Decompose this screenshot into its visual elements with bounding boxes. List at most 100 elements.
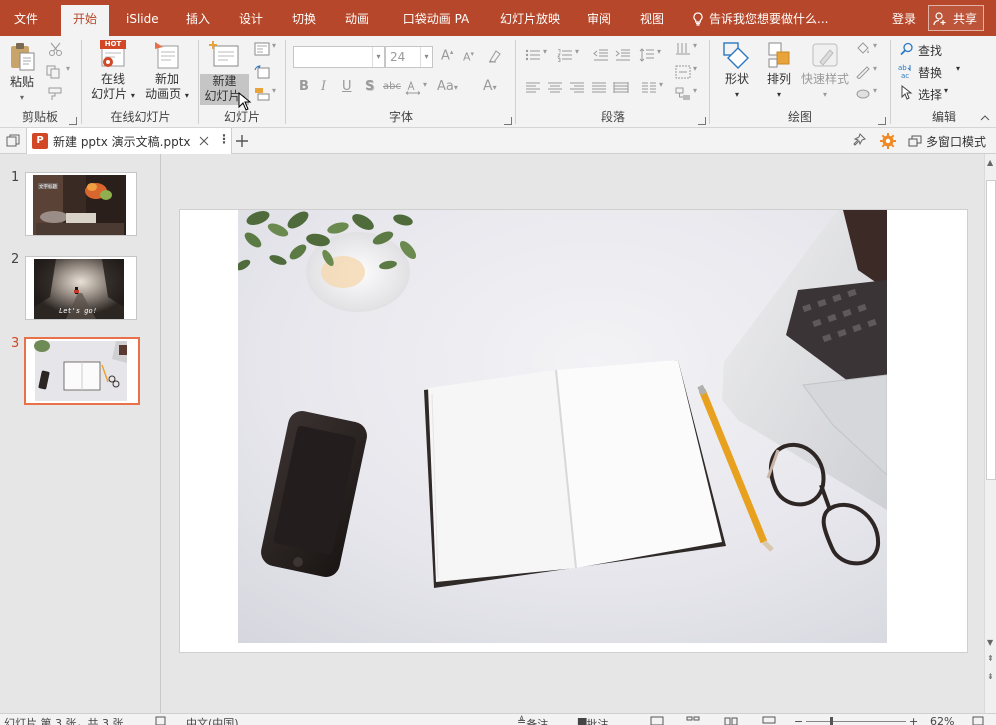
shape-fill-icon[interactable] <box>855 42 871 56</box>
close-tab-icon[interactable] <box>199 136 209 146</box>
copy-icon[interactable] <box>46 65 62 79</box>
align-text-dropdown-icon[interactable]: ▾ <box>693 64 697 73</box>
spellcheck-icon[interactable] <box>155 716 167 725</box>
clipboard-launcher-icon[interactable] <box>69 117 77 125</box>
font-name-combo[interactable]: ▾ <box>293 46 385 68</box>
drawing-launcher-icon[interactable] <box>878 117 886 125</box>
numbering-icon[interactable] <box>557 48 573 62</box>
tab-review[interactable]: 审阅 <box>579 0 619 36</box>
zoom-slider-thumb[interactable] <box>830 717 833 725</box>
slide-thumbnail-2[interactable]: Let's go! <box>25 256 137 320</box>
align-left-icon[interactable] <box>525 81 541 95</box>
format-painter-icon[interactable] <box>48 87 64 101</box>
tab-list-icon[interactable] <box>6 134 20 148</box>
font-size-dropdown-icon[interactable]: ▾ <box>420 47 432 67</box>
section-icon[interactable] <box>254 87 270 101</box>
new-animation-page-button[interactable]: 新加 动画页 ▾ <box>141 38 193 106</box>
columns-icon[interactable] <box>641 81 657 95</box>
font-color-button[interactable]: A▾ <box>483 78 497 94</box>
collapse-ribbon-icon[interactable] <box>980 114 990 122</box>
font-name-dropdown-icon[interactable]: ▾ <box>372 47 384 67</box>
slide-canvas[interactable] <box>179 209 968 653</box>
shapes-button[interactable]: 形状 ▾ <box>715 40 759 104</box>
slide-sorter-icon[interactable] <box>686 716 700 725</box>
tab-home[interactable]: 开始 <box>61 5 109 36</box>
tab-transitions[interactable]: 切换 <box>284 0 324 36</box>
slideshow-icon[interactable] <box>762 716 776 725</box>
grow-font-button[interactable]: A▴ <box>441 48 453 63</box>
zoom-level[interactable]: 62% <box>930 715 954 725</box>
decrease-indent-icon[interactable] <box>593 48 609 62</box>
next-slide-icon[interactable]: ⇟ <box>987 672 994 681</box>
select-dropdown-icon[interactable]: ▾ <box>944 86 948 95</box>
vertical-scrollbar[interactable]: ▲ ▼ ⇞ ⇟ <box>984 154 996 713</box>
scrollbar-thumb[interactable] <box>986 180 996 480</box>
settings-gear-icon[interactable] <box>880 133 896 149</box>
multi-window-button[interactable]: 多窗口模式 <box>906 128 996 154</box>
tab-view[interactable]: 视图 <box>632 0 672 36</box>
new-tab-icon[interactable] <box>236 135 248 147</box>
shape-outline-icon[interactable] <box>855 65 871 79</box>
distributed-icon[interactable] <box>613 81 629 95</box>
normal-view-icon[interactable] <box>650 716 664 725</box>
zoom-out-button[interactable]: − <box>794 715 803 725</box>
change-case-button[interactable]: Aa▾ <box>437 79 458 94</box>
pin-icon[interactable] <box>852 133 868 149</box>
zoom-slider[interactable] <box>806 721 906 722</box>
slide-thumbnail-1[interactable]: 文字标题 <box>25 172 137 236</box>
text-direction-icon[interactable] <box>675 42 691 56</box>
online-slides-button[interactable]: HOT 在线 幻灯片 ▾ <box>87 38 139 106</box>
comments-button[interactable]: ▆ 批注 <box>578 715 608 725</box>
cut-icon[interactable] <box>48 42 64 56</box>
fit-slide-icon[interactable] <box>972 716 984 725</box>
tab-insert[interactable]: 插入 <box>178 0 218 36</box>
text-shadow-button[interactable]: S <box>365 79 374 94</box>
document-tab[interactable]: P 新建 pptx 演示文稿.pptx ⋮ <box>26 128 232 154</box>
previous-slide-icon[interactable]: ⇞ <box>987 654 994 663</box>
text-direction-dropdown-icon[interactable]: ▾ <box>693 41 697 50</box>
tab-animations[interactable]: 动画 <box>337 0 377 36</box>
tab-file[interactable]: 文件 <box>6 0 46 36</box>
copy-dropdown-icon[interactable]: ▾ <box>66 64 70 73</box>
sign-in-link[interactable]: 登录 <box>892 0 916 36</box>
line-spacing-dropdown-icon[interactable]: ▾ <box>657 47 661 56</box>
tab-more-icon[interactable]: ⋮ <box>218 132 230 146</box>
align-text-icon[interactable] <box>675 65 691 79</box>
find-button[interactable]: 查找 <box>898 40 968 60</box>
italic-button[interactable]: I <box>321 79 326 94</box>
scroll-down-icon[interactable]: ▼ <box>987 638 993 647</box>
shape-outline-dropdown-icon[interactable]: ▾ <box>873 64 877 73</box>
bold-button[interactable]: B <box>299 79 309 94</box>
character-spacing-dropdown-icon[interactable]: ▾ <box>423 80 427 89</box>
new-slide-icon[interactable] <box>208 40 242 70</box>
font-size-combo[interactable]: 24 ▾ <box>385 46 433 68</box>
columns-dropdown-icon[interactable]: ▾ <box>659 80 663 89</box>
replace-button[interactable]: ab ac 替换 ▾ <box>898 62 968 82</box>
character-spacing-icon[interactable] <box>405 81 421 95</box>
numbering-dropdown-icon[interactable]: ▾ <box>575 47 579 56</box>
layout-dropdown-icon[interactable]: ▾ <box>272 41 276 50</box>
share-button[interactable]: 共享 <box>928 5 984 31</box>
quick-styles-button[interactable]: 快速样式 ▾ <box>797 40 853 104</box>
tab-design[interactable]: 设计 <box>231 0 271 36</box>
slide-thumbnail-3[interactable] <box>24 337 140 405</box>
align-right-icon[interactable] <box>569 81 585 95</box>
reading-view-icon[interactable] <box>724 716 738 725</box>
shape-effects-dropdown-icon[interactable]: ▾ <box>873 86 877 95</box>
arrange-button[interactable]: 排列 ▾ <box>757 40 801 104</box>
smartart-dropdown-icon[interactable]: ▾ <box>693 86 697 95</box>
justify-icon[interactable] <box>591 81 607 95</box>
section-dropdown-icon[interactable]: ▾ <box>272 86 276 95</box>
scroll-up-icon[interactable]: ▲ <box>987 158 993 167</box>
strikethrough-button[interactable]: abc <box>383 81 401 92</box>
language-indicator[interactable]: 中文(中国) <box>186 715 239 725</box>
font-launcher-icon[interactable] <box>504 117 512 125</box>
select-button[interactable]: 选择 ▾ <box>898 84 968 104</box>
bullets-dropdown-icon[interactable]: ▾ <box>543 47 547 56</box>
reset-icon[interactable] <box>254 65 270 79</box>
layout-icon[interactable] <box>254 42 270 56</box>
shape-fill-dropdown-icon[interactable]: ▾ <box>873 41 877 50</box>
align-center-icon[interactable] <box>547 81 563 95</box>
slide-photo[interactable] <box>238 210 887 643</box>
line-spacing-icon[interactable] <box>639 48 655 62</box>
